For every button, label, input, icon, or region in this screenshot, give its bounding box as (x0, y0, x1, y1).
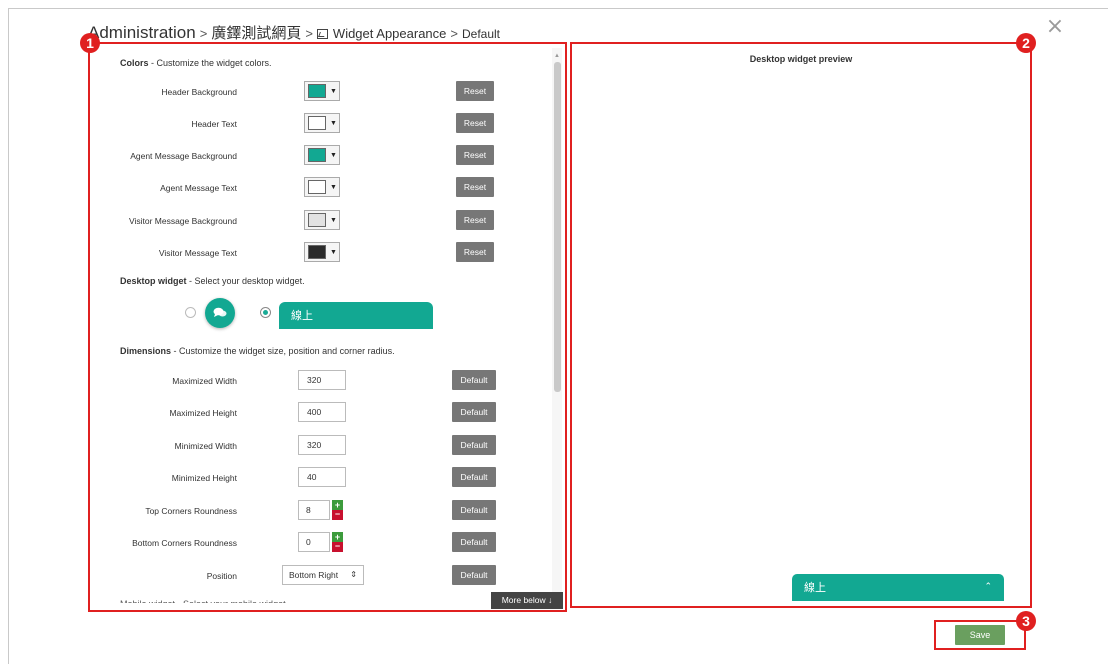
breadcrumb-separator: > (305, 26, 313, 41)
breadcrumb: Administration > 廣鐸測試網頁 > Widget Appeara… (88, 22, 500, 42)
annotation-box-preview (570, 42, 1032, 608)
annotation-marker-3: 3 (1016, 611, 1036, 631)
annotation-marker-2: 2 (1016, 33, 1036, 53)
breadcrumb-site[interactable]: 廣鐸測試網頁 (211, 22, 301, 43)
breadcrumb-administration[interactable]: Administration (88, 23, 196, 43)
breadcrumb-separator: > (450, 26, 458, 41)
close-icon[interactable]: × (1044, 16, 1066, 38)
annotation-marker-1: 1 (80, 33, 100, 53)
image-icon (316, 29, 328, 39)
annotation-box-save (934, 620, 1026, 650)
annotation-box-settings (88, 42, 567, 612)
breadcrumb-widget-appearance[interactable]: Widget Appearance (316, 25, 447, 41)
breadcrumb-separator: > (199, 26, 208, 41)
breadcrumb-current: Default (461, 27, 501, 41)
breadcrumb-widget-label: Widget Appearance (332, 25, 447, 41)
